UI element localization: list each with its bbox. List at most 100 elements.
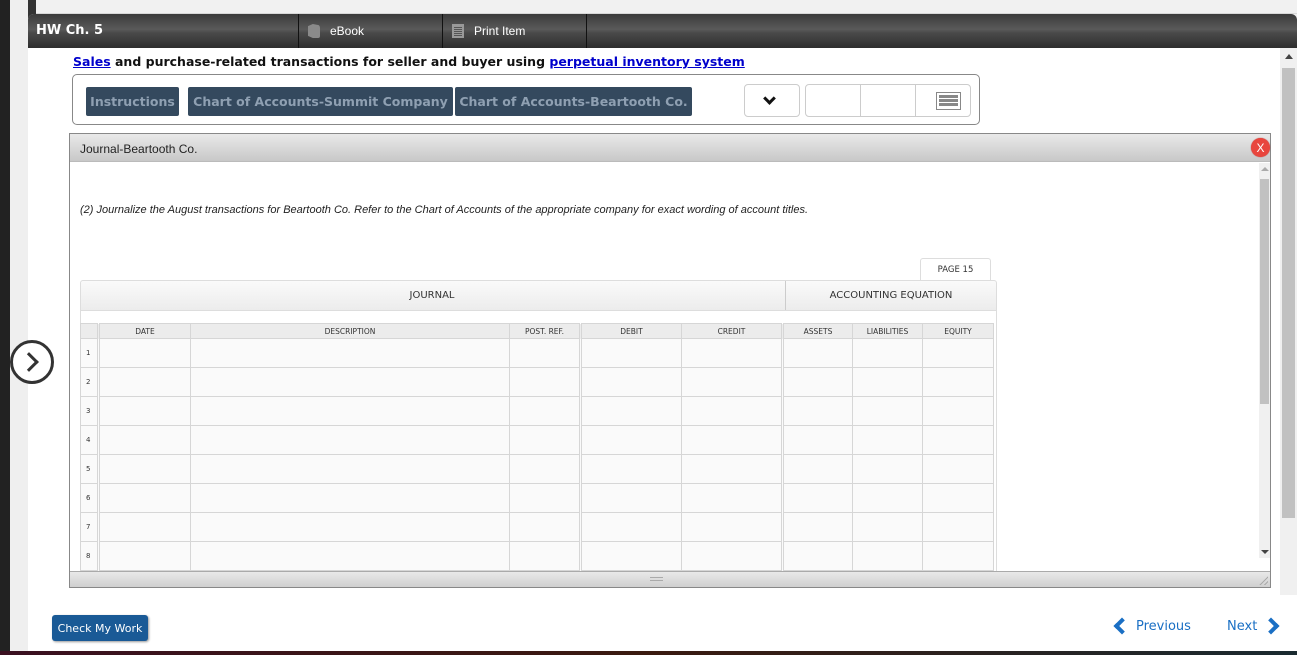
description-cell[interactable] <box>190 454 510 484</box>
credit-cell[interactable] <box>681 338 783 368</box>
debit-cell[interactable] <box>579 396 682 426</box>
header-divider <box>586 14 587 48</box>
page-tab[interactable]: PAGE 15 <box>920 258 991 281</box>
equity-cell[interactable] <box>922 338 994 368</box>
column-header-assets: ASSETS <box>781 323 853 339</box>
scroll-thumb[interactable] <box>1260 179 1269 404</box>
equity-cell[interactable] <box>922 454 994 484</box>
instructions-tab[interactable]: Instructions <box>86 87 179 116</box>
liabilities-cell[interactable] <box>852 338 923 368</box>
debit-cell[interactable] <box>579 483 682 513</box>
equity-cell[interactable] <box>922 425 994 455</box>
description-cell[interactable] <box>190 396 510 426</box>
debit-cell[interactable] <box>579 425 682 455</box>
journal-window-footer <box>70 571 1270 587</box>
journal-table-header: JOURNAL ACCOUNTING EQUATION <box>80 280 997 311</box>
row-number-header <box>80 323 99 339</box>
equity-cell[interactable] <box>922 512 994 542</box>
description-cell[interactable] <box>190 425 510 455</box>
expand-sidebar-button[interactable] <box>10 340 54 384</box>
post-ref-cell[interactable] <box>509 338 581 368</box>
date-cell[interactable] <box>97 454 191 484</box>
date-cell[interactable] <box>97 512 191 542</box>
tool-divider <box>860 85 861 116</box>
book-icon <box>308 24 320 38</box>
post-ref-cell[interactable] <box>509 541 581 571</box>
journal-scrollbar[interactable] <box>1259 163 1270 558</box>
equity-cell[interactable] <box>922 541 994 571</box>
column-header-debit: DEBIT <box>579 323 682 339</box>
resize-handle[interactable] <box>1259 576 1268 585</box>
assets-cell[interactable] <box>781 338 853 368</box>
chevron-down-icon <box>763 92 776 105</box>
liabilities-cell[interactable] <box>852 396 923 426</box>
credit-cell[interactable] <box>681 541 783 571</box>
scroll-up-icon[interactable] <box>1261 167 1269 171</box>
post-ref-cell[interactable] <box>509 483 581 513</box>
debit-cell[interactable] <box>579 541 682 571</box>
post-ref-cell[interactable] <box>509 512 581 542</box>
description-cell[interactable] <box>190 512 510 542</box>
equity-cell[interactable] <box>922 483 994 513</box>
liabilities-cell[interactable] <box>852 425 923 455</box>
description-cell[interactable] <box>190 367 510 397</box>
perpetual-inventory-link[interactable]: perpetual inventory system <box>549 54 744 69</box>
chart-of-accounts-summit-tab[interactable]: Chart of Accounts-Summit Company <box>188 87 453 116</box>
post-ref-cell[interactable] <box>509 367 581 397</box>
liabilities-cell[interactable] <box>852 512 923 542</box>
sales-link[interactable]: Sales <box>73 54 111 69</box>
debit-cell[interactable] <box>579 338 682 368</box>
equity-cell[interactable] <box>922 367 994 397</box>
description-cell[interactable] <box>190 483 510 513</box>
assets-cell[interactable] <box>781 541 853 571</box>
debit-cell[interactable] <box>579 454 682 484</box>
assets-cell[interactable] <box>781 425 853 455</box>
liabilities-cell[interactable] <box>852 367 923 397</box>
check-my-work-button[interactable]: Check My Work <box>52 615 148 641</box>
date-cell[interactable] <box>97 367 191 397</box>
date-cell[interactable] <box>97 338 191 368</box>
description-cell[interactable] <box>190 541 510 571</box>
liabilities-cell[interactable] <box>852 541 923 571</box>
liabilities-cell[interactable] <box>852 454 923 484</box>
assets-cell[interactable] <box>781 396 853 426</box>
credit-cell[interactable] <box>681 425 783 455</box>
credit-cell[interactable] <box>681 367 783 397</box>
scroll-up-icon[interactable] <box>1285 54 1293 59</box>
credit-cell[interactable] <box>681 396 783 426</box>
assets-cell[interactable] <box>781 512 853 542</box>
post-ref-cell[interactable] <box>509 454 581 484</box>
credit-cell[interactable] <box>681 454 783 484</box>
assets-cell[interactable] <box>781 483 853 513</box>
ebook-button[interactable]: eBook <box>308 14 364 48</box>
print-item-button[interactable]: Print Item <box>452 14 525 48</box>
dropdown-button[interactable] <box>744 84 800 117</box>
previous-button[interactable]: Previous <box>1110 611 1191 641</box>
chart-of-accounts-beartooth-tab[interactable]: Chart of Accounts-Beartooth Co. <box>455 87 692 116</box>
assets-cell[interactable] <box>781 454 853 484</box>
assets-cell[interactable] <box>781 367 853 397</box>
scroll-down-icon[interactable] <box>1261 550 1269 554</box>
date-cell[interactable] <box>97 396 191 426</box>
post-ref-cell[interactable] <box>509 396 581 426</box>
next-button[interactable]: Next <box>1227 611 1280 641</box>
date-cell[interactable] <box>97 541 191 571</box>
close-button[interactable]: X <box>1251 138 1270 157</box>
content-scrollbar[interactable] <box>1280 48 1297 608</box>
journal-window-header[interactable]: Journal-Beartooth Co. X <box>70 134 1270 162</box>
post-ref-cell[interactable] <box>509 425 581 455</box>
debit-cell[interactable] <box>579 367 682 397</box>
description-cell[interactable] <box>190 338 510 368</box>
credit-cell[interactable] <box>681 512 783 542</box>
equity-cell[interactable] <box>922 396 994 426</box>
drag-handle[interactable] <box>650 577 663 581</box>
credit-cell[interactable] <box>681 483 783 513</box>
debit-cell[interactable] <box>579 512 682 542</box>
row-number: 1 <box>80 338 99 368</box>
date-cell[interactable] <box>97 425 191 455</box>
list-view-button[interactable] <box>916 85 971 116</box>
date-cell[interactable] <box>97 483 191 513</box>
chevron-left-icon <box>1113 617 1131 635</box>
liabilities-cell[interactable] <box>852 483 923 513</box>
scroll-thumb[interactable] <box>1282 68 1295 518</box>
